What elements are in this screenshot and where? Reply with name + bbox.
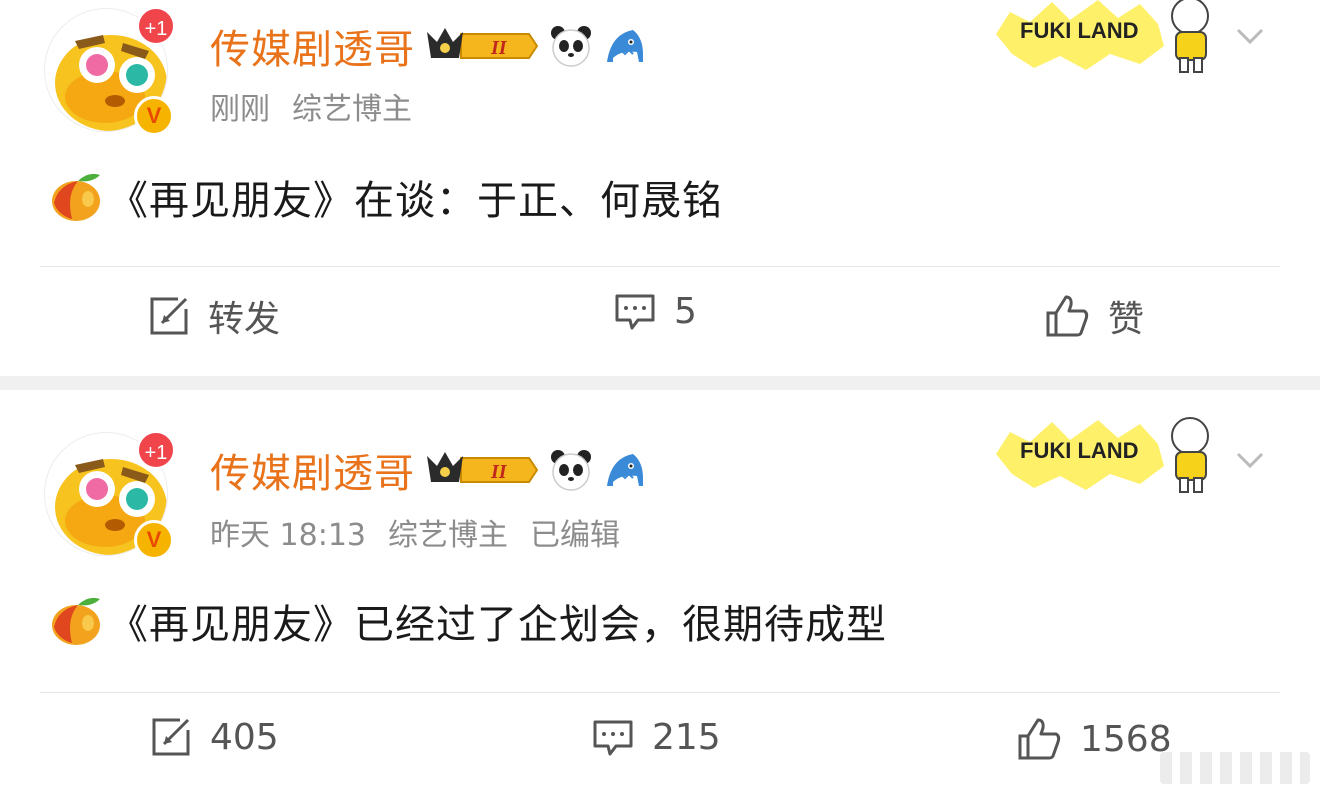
author-role: 综艺博主 — [388, 518, 508, 553]
divider — [40, 692, 1280, 693]
panda-icon — [549, 24, 593, 68]
crown-rank-badge[interactable]: II — [425, 24, 539, 68]
repost-button[interactable]: 405 — [150, 716, 279, 758]
watermark — [1160, 752, 1310, 784]
repost-count: 405 — [210, 716, 279, 758]
svg-text:II: II — [490, 461, 508, 483]
username[interactable]: 传媒剧透哥 — [210, 441, 415, 499]
divider — [40, 266, 1280, 267]
comment-count: 5 — [674, 290, 697, 332]
repost-icon — [150, 297, 188, 335]
post-text: 《再见朋友》已经过了企划会，很期待成型 — [108, 602, 887, 648]
fuki-land-sticker[interactable]: FUKI LAND — [990, 0, 1230, 74]
mango-emoji-icon — [48, 169, 104, 225]
edited-label[interactable]: 已编辑 — [530, 510, 620, 554]
post-time: 刚刚 — [210, 92, 270, 127]
action-bar: 405 215 1568 — [0, 716, 1320, 776]
like-count: 赞 — [1108, 299, 1145, 340]
comment-icon — [593, 720, 633, 756]
shark-icon — [603, 24, 647, 68]
mango-emoji-icon — [48, 593, 104, 649]
plus-one-badge: +1 — [136, 6, 176, 46]
action-bar: 转发 5 赞 — [0, 290, 1320, 350]
author-role: 综艺博主 — [292, 92, 412, 127]
thumbs-up-icon — [1018, 718, 1061, 760]
crown-rank-badge[interactable]: II — [425, 448, 539, 492]
repost-count: 转发 — [208, 299, 281, 340]
post-content: 《再见朋友》已经过了企划会，很期待成型 — [48, 592, 887, 650]
like-count: 1568 — [1080, 718, 1172, 760]
verified-badge: V — [134, 96, 174, 136]
comment-button[interactable]: 5 — [614, 290, 697, 332]
plus-one-badge: +1 — [136, 430, 176, 470]
svg-text:FUKI LAND: FUKI LAND — [1020, 18, 1139, 43]
shark-icon — [603, 448, 647, 492]
thumbs-up-icon — [1046, 295, 1089, 337]
post-content: 《再见朋友》在谈：于正、何晟铭 — [48, 168, 723, 226]
meta-row: 刚刚 综艺博主 — [210, 86, 412, 127]
like-button[interactable]: 1568 — [1016, 716, 1172, 762]
avatar[interactable]: +1 V — [44, 6, 176, 140]
repost-icon — [152, 718, 190, 756]
svg-text:FUKI LAND: FUKI LAND — [1020, 438, 1139, 463]
comment-count: 215 — [652, 716, 721, 758]
comment-button[interactable]: 215 — [592, 716, 721, 758]
panda-icon — [549, 448, 593, 492]
verified-badge: V — [134, 520, 174, 560]
name-row: 传媒剧透哥 II — [210, 442, 647, 498]
like-button[interactable]: 赞 — [1044, 290, 1144, 342]
post-card: +1 V 传媒剧透哥 II — [0, 0, 1320, 376]
svg-text:II: II — [490, 37, 508, 59]
post-card: +1 V 传媒剧透哥 II — [0, 390, 1320, 801]
post-time: 昨天 18:13 — [210, 518, 366, 553]
fuki-land-sticker[interactable]: FUKI LAND — [990, 414, 1230, 494]
chevron-down-icon[interactable] — [1234, 20, 1266, 52]
post-separator — [0, 376, 1320, 390]
comment-icon — [615, 294, 655, 330]
username[interactable]: 传媒剧透哥 — [210, 17, 415, 75]
avatar[interactable]: +1 V — [44, 430, 176, 564]
name-row: 传媒剧透哥 II — [210, 18, 647, 74]
post-text: 《再见朋友》在谈：于正、何晟铭 — [108, 178, 723, 224]
chevron-down-icon[interactable] — [1234, 444, 1266, 476]
meta-row: 昨天 18:13 综艺博主 已编辑 — [210, 510, 620, 554]
repost-button[interactable]: 转发 — [148, 290, 280, 342]
